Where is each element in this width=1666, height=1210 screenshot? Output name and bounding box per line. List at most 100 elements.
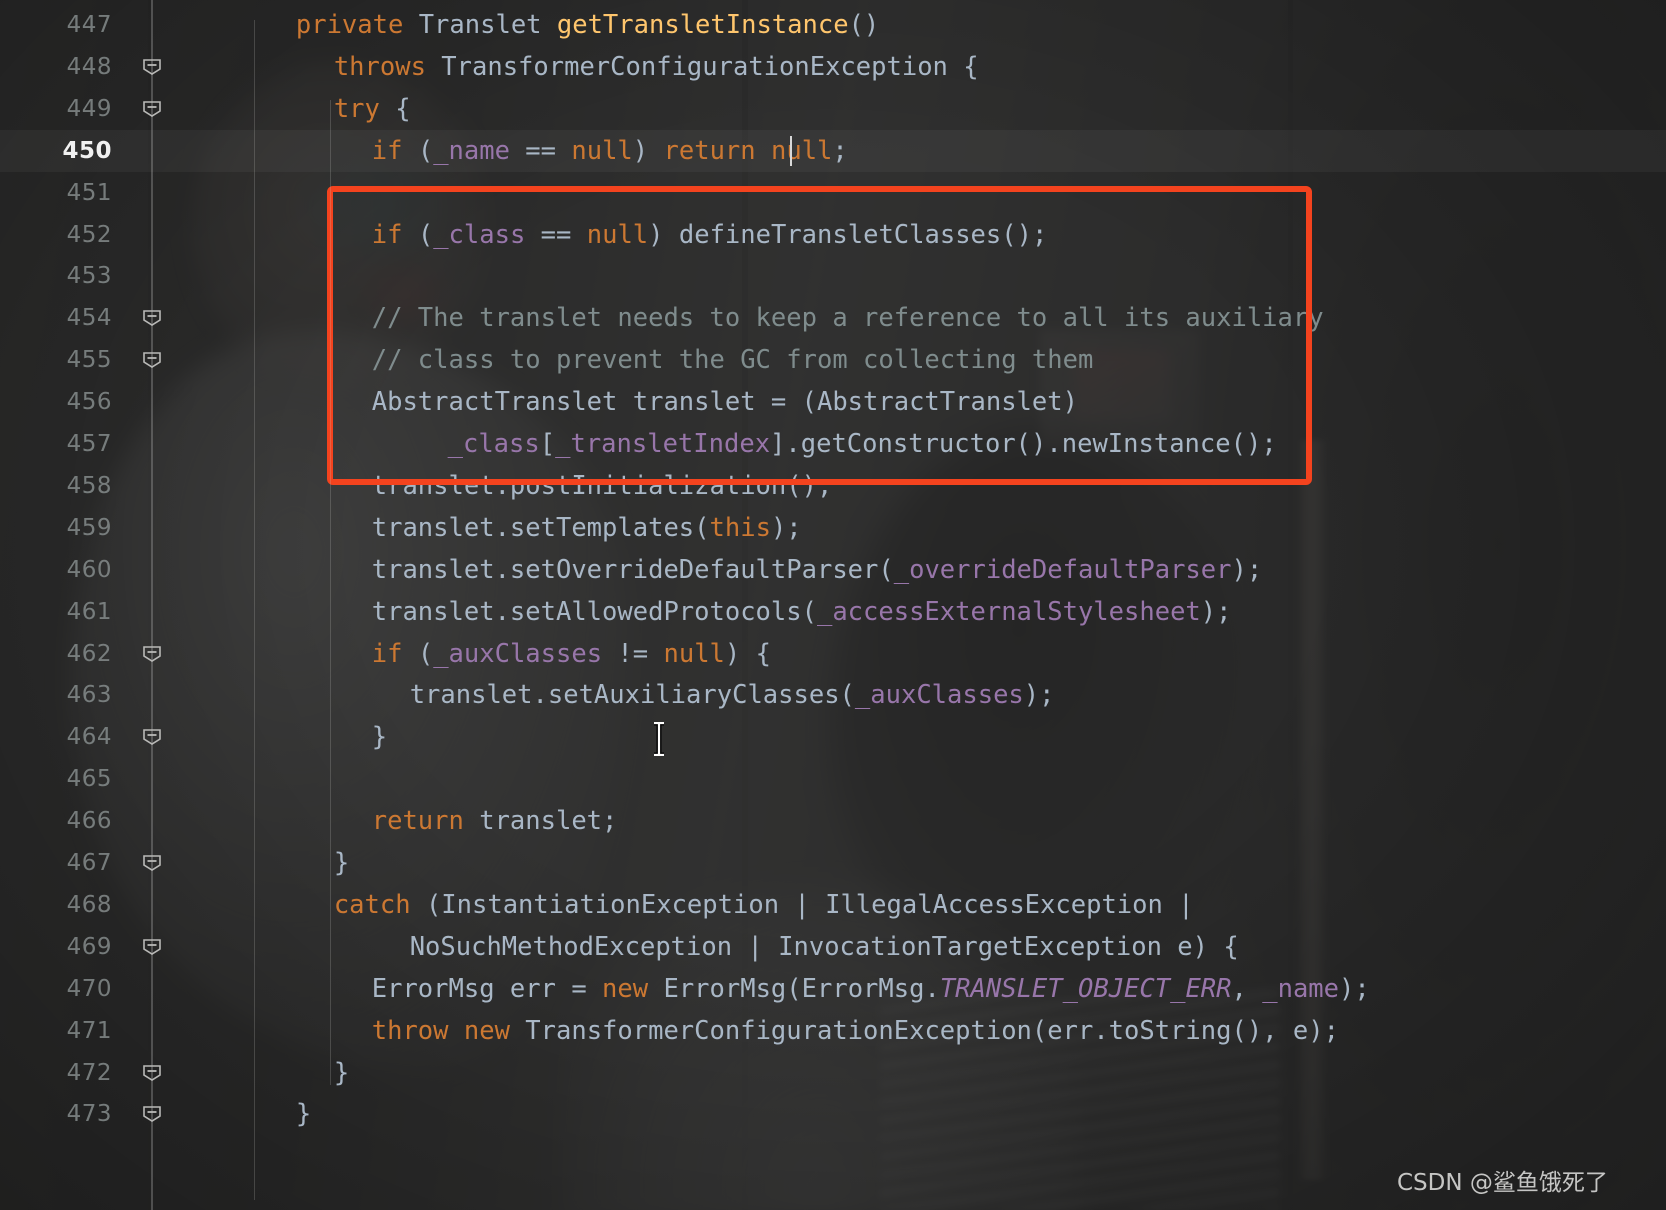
gutter-line[interactable]: 451: [0, 172, 200, 214]
gutter-line[interactable]: 453: [0, 255, 200, 297]
code-line[interactable]: private Translet getTransletInstance(): [296, 4, 879, 46]
gutter-line[interactable]: 456: [0, 381, 200, 423]
gutter-line[interactable]: 449: [0, 88, 200, 130]
gutter-line[interactable]: 455: [0, 339, 200, 381]
code-line[interactable]: AbstractTranslet translet = (AbstractTra…: [372, 381, 1078, 423]
code-text-area[interactable]: private Translet getTransletInstance() th…: [200, 0, 1666, 1210]
code-line[interactable]: translet.setTemplates(this);: [372, 507, 802, 549]
code-token: (: [402, 135, 434, 166]
gutter-line[interactable]: 447: [0, 4, 200, 46]
code-token: );: [1231, 554, 1263, 585]
text-caret: [790, 135, 792, 166]
code-line[interactable]: _class[_transletIndex].getConstructor().…: [448, 423, 1277, 465]
gutter-line[interactable]: 462: [0, 633, 200, 675]
code-token: {: [379, 93, 411, 124]
fold-marker-icon[interactable]: [138, 56, 166, 78]
code-line[interactable]: NoSuchMethodException | InvocationTarget…: [410, 926, 1239, 968]
fold-marker-icon[interactable]: [138, 936, 166, 958]
code-token: translet.setTemplates(: [371, 512, 710, 543]
line-number: 469: [66, 933, 112, 960]
line-number: 456: [66, 389, 112, 416]
code-token: }: [333, 1057, 350, 1088]
code-token: translet.postInitialization();: [371, 470, 833, 501]
line-number: 466: [66, 808, 112, 835]
code-line[interactable]: if (_name == null) return null;: [372, 130, 848, 172]
gutter-line[interactable]: 466: [0, 800, 200, 842]
code-line[interactable]: throws TransformerConfigurationException…: [334, 46, 979, 88]
gutter-line[interactable]: 471: [0, 1010, 200, 1052]
gutter-line[interactable]: 448: [0, 46, 200, 88]
code-line[interactable]: if (_class == null) defineTransletClasse…: [372, 214, 1048, 256]
gutter-line[interactable]: 458: [0, 465, 200, 507]
fold-marker-icon[interactable]: [138, 1062, 166, 1084]
gutter-line[interactable]: 464: [0, 716, 200, 758]
code-line[interactable]: translet.setAllowedProtocols(_accessExte…: [372, 591, 1232, 633]
code-token: Translet: [418, 10, 557, 40]
code-editor[interactable]: 447 448 449 450 451 452 453 454 455 456 457 458 459 4…: [0, 0, 1666, 1210]
code-line[interactable]: }: [372, 716, 387, 758]
fold-marker-icon[interactable]: [138, 726, 166, 748]
code-line[interactable]: ErrorMsg err = new ErrorMsg(ErrorMsg.TRA…: [372, 968, 1370, 1010]
code-line[interactable]: // class to prevent the GC from collecti…: [372, 339, 1094, 381]
code-token: }: [371, 722, 388, 753]
code-token: !=: [602, 638, 664, 669]
gutter-line[interactable]: 460: [0, 549, 200, 591]
code-token: return: [663, 135, 771, 166]
code-line[interactable]: catch (InstantiationException | IllegalA…: [334, 884, 1194, 926]
gutter-line[interactable]: 470: [0, 968, 200, 1010]
code-token: ) defineTransletClasses();: [648, 219, 1048, 250]
code-token: throws: [333, 51, 442, 82]
code-line[interactable]: return translet;: [372, 800, 618, 842]
fold-marker-icon[interactable]: [138, 349, 166, 371]
line-number: 458: [66, 472, 112, 499]
gutter-line[interactable]: 468: [0, 884, 200, 926]
code-line[interactable]: try {: [334, 88, 411, 130]
code-token: [: [539, 429, 556, 459]
code-line[interactable]: translet.setAuxiliaryClasses(_auxClasses…: [410, 674, 1055, 716]
editor-gutter[interactable]: 447 448 449 450 451 452 453 454 455 456 457 458 459 4…: [0, 0, 200, 1210]
code-token: }: [295, 1099, 312, 1130]
code-token: getTransletInstance: [556, 10, 849, 40]
line-number: 467: [66, 850, 112, 876]
code-line[interactable]: translet.postInitialization();: [372, 465, 833, 507]
line-number: 457: [66, 431, 112, 457]
gutter-line[interactable]: 457: [0, 423, 200, 465]
code-line[interactable]: }: [296, 1093, 311, 1135]
gutter-line[interactable]: 461: [0, 591, 200, 633]
code-token: _auxClasses: [433, 638, 603, 669]
code-line[interactable]: throw new TransformerConfigurationExcept…: [372, 1010, 1339, 1052]
line-number: 451: [66, 179, 112, 206]
code-line[interactable]: // The translet needs to keep a referenc…: [372, 297, 1324, 339]
code-token: _auxClasses: [854, 680, 1024, 711]
code-token: null: [663, 638, 725, 669]
gutter-line[interactable]: 472: [0, 1052, 200, 1094]
line-number: 459: [66, 514, 112, 541]
fold-marker-icon[interactable]: [138, 98, 166, 120]
gutter-line[interactable]: 454: [0, 297, 200, 339]
fold-marker-icon[interactable]: [138, 643, 166, 665]
line-number: 455: [66, 347, 112, 374]
gutter-line[interactable]: 463: [0, 674, 200, 716]
code-token: ==: [509, 135, 572, 166]
code-token: );: [1023, 680, 1055, 711]
gutter-line[interactable]: 452: [0, 214, 200, 256]
fold-marker-icon[interactable]: [138, 852, 166, 874]
code-token: _name: [1262, 973, 1339, 1004]
gutter-line[interactable]: 465: [0, 758, 200, 800]
gutter-line[interactable]: 467: [0, 842, 200, 884]
fold-marker-icon[interactable]: [138, 1103, 166, 1125]
code-line[interactable]: }: [334, 842, 349, 884]
gutter-line[interactable]: 473: [0, 1093, 200, 1135]
code-line[interactable]: }: [334, 1052, 349, 1094]
gutter-line[interactable]: 469: [0, 926, 200, 968]
line-number: 473: [66, 1101, 112, 1128]
gutter-line[interactable]: 450: [0, 130, 200, 172]
code-line[interactable]: if (_auxClasses != null) {: [372, 633, 771, 675]
code-line[interactable]: translet.setOverrideDefaultParser(_overr…: [372, 549, 1262, 591]
fold-marker-icon[interactable]: [138, 307, 166, 329]
code-token: _overrideDefaultParser: [893, 554, 1232, 585]
code-token: try: [333, 93, 380, 124]
code-token: ==: [525, 219, 587, 250]
gutter-line[interactable]: 459: [0, 507, 200, 549]
code-token: _accessExternalStylesheet: [816, 596, 1201, 627]
